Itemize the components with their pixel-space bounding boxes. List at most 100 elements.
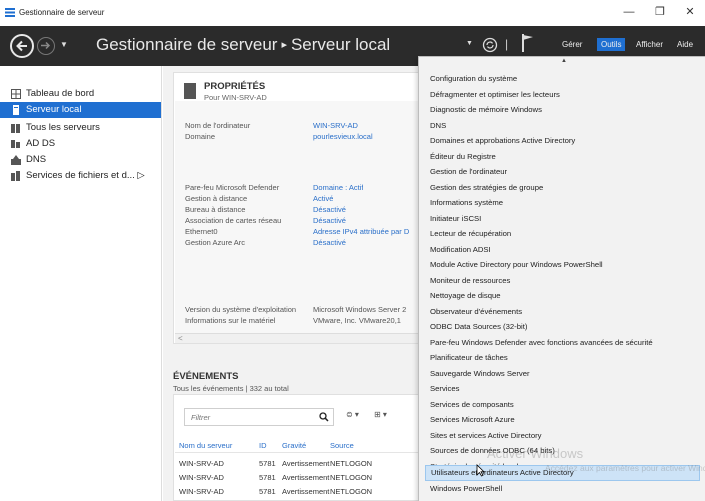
menu-outils[interactable]: Outils xyxy=(597,38,626,51)
table-row[interactable]: WIN-SRV-AD 5781 Avertissement NETLOGON xyxy=(175,485,433,499)
sidebar-item-tous-les-serveurs[interactable]: Tous les serveurs xyxy=(0,120,161,136)
prop-value-computer-name[interactable]: WIN-SRV-AD xyxy=(313,121,358,130)
search-icon[interactable] xyxy=(319,412,329,422)
menu-item-diagnostic-memoire[interactable]: Diagnostic de mémoire Windows xyxy=(425,102,700,118)
menu-caret-icon: ▲ xyxy=(561,58,567,64)
menu-item-services-composants[interactable]: Services de composants xyxy=(425,397,700,413)
properties-panel: PROPRIÉTÉS Pour WIN-SRV-AD Nom de l'ordi… xyxy=(173,72,433,344)
prop-label: Ethernet0 xyxy=(185,227,218,236)
sidebar-item-tableau-de-bord[interactable]: Tableau de bord xyxy=(0,86,161,102)
arrow-left-icon xyxy=(16,40,27,52)
window-titlebar: Gestionnaire de serveur — ❐ ✕ xyxy=(0,0,705,26)
minimize-button[interactable]: — xyxy=(617,4,641,20)
window-title: Gestionnaire de serveur xyxy=(19,8,105,17)
prop-value-nic-teaming[interactable]: Désactivé xyxy=(313,216,346,225)
menu-item-observateur-evenements[interactable]: Observateur d'événements xyxy=(425,304,700,320)
menu-gerer[interactable]: Gérer xyxy=(562,40,582,49)
cell-source: NETLOGON xyxy=(330,459,373,468)
prop-value-azure-arc[interactable]: Désactivé xyxy=(313,238,346,247)
menu-item-gestion-strategies-groupe[interactable]: Gestion des stratégies de groupe xyxy=(425,180,700,196)
menu-item-initiateur-iscsi[interactable]: Initiateur iSCSI xyxy=(425,211,700,227)
menu-item-services-azure[interactable]: Services Microsoft Azure xyxy=(425,412,700,428)
menu-item-pare-feu-avance[interactable]: Pare-feu Windows Defender avec fonctions… xyxy=(425,335,700,351)
sidebar-item-ad-ds[interactable]: AD DS xyxy=(0,136,161,152)
menu-item-informations-systeme[interactable]: Informations système xyxy=(425,195,700,211)
table-row[interactable]: WIN-SRV-AD 5781 Avertissement NETLOGON xyxy=(175,471,433,485)
cell-id: 5781 xyxy=(259,473,276,482)
dns-icon xyxy=(11,155,21,165)
menu-item-dns[interactable]: DNS xyxy=(425,118,700,134)
prop-value-firewall[interactable]: Domaine : Actif xyxy=(313,183,363,192)
cell-server: WIN-SRV-AD xyxy=(179,473,224,482)
properties-title: PROPRIÉTÉS xyxy=(204,81,266,92)
menu-aide[interactable]: Aide xyxy=(677,40,693,49)
events-filter xyxy=(184,408,334,426)
prop-value-ethernet[interactable]: Adresse IPv4 attribuée par D xyxy=(313,227,409,236)
cell-source: NETLOGON xyxy=(330,487,373,496)
header-divider: | xyxy=(505,37,509,51)
events-title: ÉVÉNEMENTS xyxy=(173,371,239,382)
prop-label: Gestion à distance xyxy=(185,194,248,203)
notifications-flag-icon[interactable] xyxy=(521,33,535,53)
col-source[interactable]: Source xyxy=(330,441,354,450)
scroll-left-icon[interactable]: < xyxy=(178,334,183,343)
dropdown-arrow-icon[interactable]: ▼ xyxy=(466,40,473,47)
history-dropdown-icon[interactable]: ▼ xyxy=(60,40,68,49)
menu-item-windows-powershell[interactable]: Windows PowerShell xyxy=(425,481,700,497)
filter-input[interactable] xyxy=(185,409,305,425)
maximize-button[interactable]: ❐ xyxy=(648,4,672,20)
col-id[interactable]: ID xyxy=(259,441,267,450)
menu-item-odbc-32[interactable]: ODBC Data Sources (32-bit) xyxy=(425,319,700,335)
prop-value-remote-management[interactable]: Activé xyxy=(313,194,333,203)
close-button[interactable]: ✕ xyxy=(678,4,702,20)
forward-button[interactable] xyxy=(37,37,55,55)
breadcrumb: Gestionnaire de serveur ▸ Serveur local xyxy=(96,35,390,55)
menu-item-domaines-approbations[interactable]: Domaines et approbations Active Director… xyxy=(425,133,700,149)
col-severity[interactable]: Gravité xyxy=(282,441,306,450)
menu-item-module-ad-powershell[interactable]: Module Active Directory pour Windows Pow… xyxy=(425,257,700,273)
menu-item-gestion-ordinateur[interactable]: Gestion de l'ordinateur xyxy=(425,164,700,180)
menu-item-sauvegarde-windows-server[interactable]: Sauvegarde Windows Server xyxy=(425,366,700,382)
prop-label: Gestion Azure Arc xyxy=(185,238,246,247)
activation-watermark: Activer Windows xyxy=(487,446,584,461)
arrow-right-icon xyxy=(41,41,51,50)
menu-item-lecteur-recuperation[interactable]: Lecteur de récupération xyxy=(425,226,700,242)
prop-value-domain[interactable]: pourlesvieux.local xyxy=(313,132,373,141)
sidebar-item-dns[interactable]: DNS xyxy=(0,152,161,168)
sidebar-item-label: Services de fichiers et d... ▷ xyxy=(26,170,145,181)
horizontal-scrollbar[interactable]: < xyxy=(175,333,432,343)
breadcrumb-separator: ▸ xyxy=(281,39,287,51)
prop-label: Version du système d'exploitation xyxy=(185,305,297,314)
sidebar-item-serveur-local[interactable]: Serveur local xyxy=(0,102,161,118)
menu-item-nettoyage-disque[interactable]: Nettoyage de disque xyxy=(425,288,700,304)
menu-item-moniteur-ressources[interactable]: Moniteur de ressources xyxy=(425,273,700,289)
list-options-icon[interactable]: ⊜ ▾ xyxy=(346,410,359,419)
breadcrumb-root[interactable]: Gestionnaire de serveur xyxy=(96,35,277,54)
menu-item-modification-adsi[interactable]: Modification ADSI xyxy=(425,242,700,258)
events-table-header: Nom du serveur ID Gravité Source xyxy=(175,437,433,453)
menu-item-sites-services-ad[interactable]: Sites et services Active Directory xyxy=(425,428,700,444)
sidebar-item-label: AD DS xyxy=(26,138,56,149)
file-services-icon xyxy=(11,171,20,181)
menu-afficher[interactable]: Afficher xyxy=(636,40,663,49)
menu-item-editeur-registre[interactable]: Éditeur du Registre xyxy=(425,149,700,165)
server-manager-app-icon xyxy=(5,8,15,17)
table-row[interactable]: WIN-SRV-AD 5781 Avertissement NETLOGON xyxy=(175,457,433,471)
prop-label: Pare-feu Microsoft Defender xyxy=(185,183,280,192)
menu-item-configuration-systeme[interactable]: Configuration du système xyxy=(425,71,700,87)
refresh-icon[interactable] xyxy=(482,37,498,53)
menu-item-planificateur-taches[interactable]: Planificateur de tâches xyxy=(425,350,700,366)
save-query-icon[interactable]: ⊞ ▾ xyxy=(374,410,387,419)
sidebar-item-services-de-fichiers[interactable]: Services de fichiers et d... ▷ xyxy=(0,168,161,184)
menu-item-defragmenter[interactable]: Défragmenter et optimiser les lecteurs xyxy=(425,87,700,103)
prop-label: Nom de l'ordinateur xyxy=(185,121,251,130)
prop-value-remote-desktop[interactable]: Désactivé xyxy=(313,205,346,214)
prop-value-hardware: VMware, Inc. VMware20,1 xyxy=(313,316,401,325)
menu-item-services[interactable]: Services xyxy=(425,381,700,397)
prop-label: Association de cartes réseau xyxy=(185,216,282,225)
mouse-cursor-icon xyxy=(476,464,485,477)
prop-label: Domaine xyxy=(185,132,216,141)
col-server-name[interactable]: Nom du serveur xyxy=(179,441,232,450)
back-button[interactable] xyxy=(10,34,34,58)
events-subtitle: Tous les événements | 332 au total xyxy=(173,384,289,393)
